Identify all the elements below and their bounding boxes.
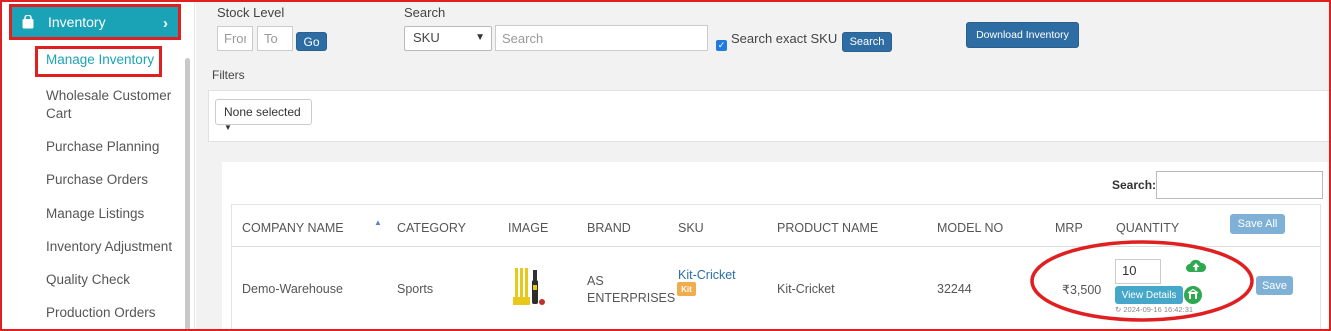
last-updated-timestamp: ↻ 2024-09-16 16:42:31 bbox=[1115, 305, 1194, 314]
column-model-no[interactable]: MODEL NO bbox=[937, 221, 1003, 235]
sidebar-inventory-header[interactable]: Inventory › bbox=[9, 4, 181, 40]
caret-down-icon: ▼ bbox=[224, 123, 232, 132]
search-type-select[interactable]: SKU ▼ bbox=[404, 26, 492, 51]
column-company-name[interactable]: COMPANY NAME bbox=[242, 221, 344, 235]
cell-product-name: Kit-Cricket bbox=[777, 282, 835, 296]
stock-level-label: Stock Level bbox=[217, 5, 285, 20]
sidebar-header-label: Inventory bbox=[48, 14, 106, 30]
filters-label: Filters bbox=[212, 68, 245, 82]
cell-model-no: 32244 bbox=[937, 282, 972, 296]
search-input[interactable] bbox=[495, 25, 708, 51]
row-save-button[interactable]: Save bbox=[1256, 276, 1293, 295]
column-image[interactable]: IMAGE bbox=[508, 221, 548, 235]
sidebar-item-inventory-adjustment[interactable]: Inventory Adjustment bbox=[46, 237, 172, 256]
filters-panel: None selected ▼ bbox=[208, 90, 1331, 142]
filter-multiselect[interactable]: None selected ▼ bbox=[215, 99, 312, 132]
sidebar-item-production-orders[interactable]: Production Orders bbox=[46, 303, 156, 322]
chevron-down-icon: ▼ bbox=[475, 32, 485, 43]
view-details-button[interactable]: View Details bbox=[1115, 286, 1183, 304]
stock-from-input[interactable] bbox=[217, 26, 253, 51]
column-brand[interactable]: BRAND bbox=[587, 221, 631, 235]
table-search-label: Search: bbox=[1112, 178, 1157, 192]
cell-brand-line2: ENTERPRISES bbox=[587, 291, 676, 305]
exact-sku-label: Search exact SKU bbox=[731, 31, 838, 46]
go-button[interactable]: Go bbox=[296, 32, 327, 51]
cell-brand-line1: AS bbox=[587, 274, 604, 288]
sku-link[interactable]: Kit-Cricket bbox=[678, 268, 736, 282]
stock-to-input[interactable] bbox=[257, 26, 293, 51]
refresh-icon: ↻ bbox=[1115, 305, 1122, 314]
search-button[interactable]: Search bbox=[842, 32, 892, 52]
sku-badge: Kit bbox=[677, 282, 696, 296]
sidebar-item-purchase-orders[interactable]: Purchase Orders bbox=[46, 170, 148, 189]
table-header: COMPANY NAME ▲ CATEGORY IMAGE BRAND SKU … bbox=[231, 204, 1321, 247]
warehouse-icon[interactable] bbox=[1184, 286, 1202, 304]
cloud-upload-icon[interactable] bbox=[1185, 257, 1207, 275]
search-label: Search bbox=[404, 5, 446, 20]
cell-mrp: ₹3,500 bbox=[1062, 283, 1102, 297]
sidebar-item-wholesale-customer[interactable]: Wholesale Customer bbox=[46, 86, 171, 105]
cell-company: Demo-Warehouse bbox=[242, 282, 343, 296]
download-inventory-button[interactable]: Download Inventory bbox=[966, 22, 1079, 48]
sidebar-item-purchase-planning[interactable]: Purchase Planning bbox=[46, 137, 159, 156]
column-quantity[interactable]: QUANTITY bbox=[1116, 221, 1179, 235]
column-product-name[interactable]: PRODUCT NAME bbox=[777, 221, 878, 235]
save-all-button[interactable]: Save All bbox=[1230, 214, 1285, 234]
sidebar-item-quality-check[interactable]: Quality Check bbox=[46, 270, 130, 289]
quantity-input[interactable]: 10 bbox=[1115, 259, 1161, 284]
chevron-right-icon: › bbox=[163, 15, 168, 32]
cell-category: Sports bbox=[397, 282, 434, 296]
exact-sku-checkbox[interactable]: ✓ bbox=[716, 40, 727, 51]
sidebar-item-wholesale-cart[interactable]: Cart bbox=[46, 104, 72, 123]
sidebar-item-manage-listings[interactable]: Manage Listings bbox=[46, 204, 144, 223]
product-image bbox=[510, 264, 552, 310]
sidebar: Inventory › Manage Inventory Wholesale C… bbox=[0, 0, 195, 331]
column-sku[interactable]: SKU bbox=[678, 221, 704, 235]
main-content: Stock Level Go Search SKU ▼ ✓ Search exa… bbox=[196, 0, 1331, 331]
sidebar-scrollbar[interactable] bbox=[185, 58, 190, 331]
column-category[interactable]: CATEGORY bbox=[397, 221, 466, 235]
inventory-table-card: Search: COMPANY NAME ▲ CATEGORY IMAGE BR… bbox=[222, 162, 1331, 331]
column-mrp[interactable]: MRP bbox=[1055, 221, 1083, 235]
table-search-input[interactable] bbox=[1156, 171, 1323, 199]
sort-asc-icon[interactable]: ▲ bbox=[374, 218, 382, 227]
shopping-bag-icon bbox=[21, 14, 35, 29]
sidebar-item-manage-inventory[interactable]: Manage Inventory bbox=[35, 46, 162, 77]
